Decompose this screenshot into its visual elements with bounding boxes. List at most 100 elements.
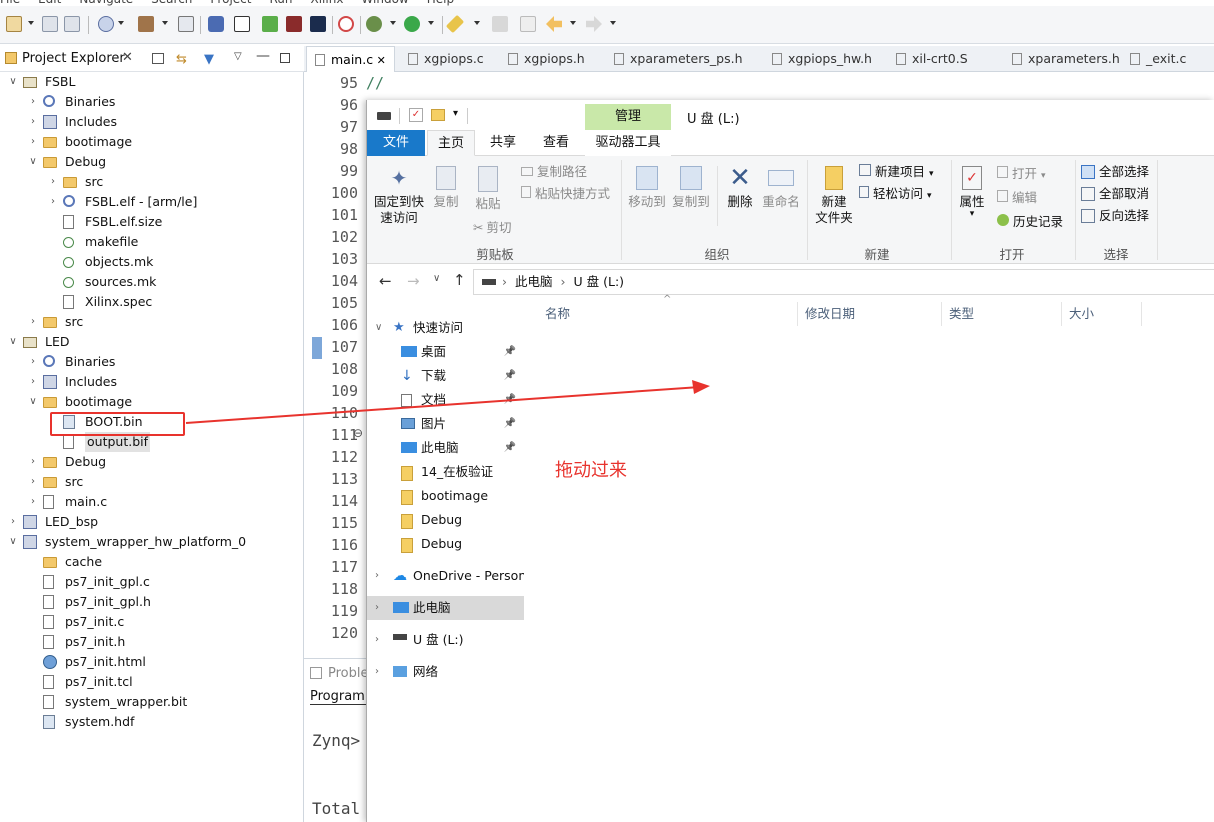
tree-item[interactable]: cache: [0, 552, 300, 572]
editor-tab[interactable]: xparameters_ps.h: [606, 46, 751, 72]
breadcrumb-this-pc[interactable]: 此电脑: [515, 274, 553, 289]
nav-item[interactable]: ↓ 下载 📌: [367, 364, 524, 388]
tab-view[interactable]: 查看: [531, 130, 581, 156]
nav-item[interactable]: › 此电脑: [367, 596, 524, 620]
tree-item[interactable]: › Debug: [0, 452, 300, 472]
program-tab[interactable]: Program: [310, 689, 370, 705]
chevron-down-icon[interactable]: ∨: [28, 392, 38, 412]
filter-icon[interactable]: ▼: [204, 52, 214, 67]
debug-icon[interactable]: [366, 16, 382, 32]
link-editor-icon[interactable]: ⇆: [176, 52, 187, 67]
editor-tab[interactable]: xparameters.h: [1004, 46, 1128, 72]
tree-item[interactable]: › LED_bsp: [0, 512, 300, 532]
tree-item[interactable]: Xilinx.spec: [0, 292, 300, 312]
up-arrow-icon[interactable]: ↑: [453, 271, 466, 289]
properties-button[interactable]: ✓ 属性 ▾: [955, 166, 989, 219]
view-menu-icon[interactable]: ▽: [234, 51, 242, 62]
column-name[interactable]: 名称: [545, 300, 570, 328]
chevron-right-icon[interactable]: ›: [28, 372, 38, 392]
new-folder-quick-icon[interactable]: [431, 109, 445, 121]
chevron-down-icon[interactable]: ∨: [8, 72, 18, 92]
move-to-button[interactable]: 移动到: [625, 166, 669, 210]
nav-item[interactable]: 桌面 📌: [367, 340, 524, 364]
paste-button[interactable]: 粘贴: [471, 166, 505, 212]
binary-icon[interactable]: [178, 16, 194, 32]
pin-icon[interactable]: 📌: [504, 388, 516, 412]
manage-tab[interactable]: 管理: [585, 104, 671, 130]
column-type[interactable]: 类型: [949, 300, 974, 328]
fold-icon[interactable]: ⊖: [353, 426, 363, 440]
chevron-down-icon[interactable]: [390, 21, 396, 25]
chevron-down-icon[interactable]: [118, 21, 124, 25]
hardware-icon[interactable]: [262, 16, 278, 32]
chevron-right-icon[interactable]: ›: [375, 564, 379, 588]
nav-item[interactable]: 图片 📌: [367, 412, 524, 436]
code-line[interactable]: //: [366, 74, 384, 92]
tree-item[interactable]: system_wrapper.bit: [0, 692, 300, 712]
nav-item[interactable]: 此电脑 📌: [367, 436, 524, 460]
tree-item[interactable]: objects.mk: [0, 252, 300, 272]
xilinx-icon[interactable]: [286, 16, 302, 32]
nav-item[interactable]: ∨ ★ 快速访问: [367, 316, 524, 340]
editor-tab[interactable]: xil-crt0.S: [888, 46, 976, 72]
cut-button[interactable]: ✂ 剪切: [473, 218, 512, 238]
target-icon[interactable]: [338, 16, 354, 32]
chevron-right-icon[interactable]: ›: [28, 452, 38, 472]
tab-file[interactable]: 文件: [367, 130, 425, 156]
tree-item[interactable]: ∨ Debug: [0, 152, 300, 172]
tab-share[interactable]: 共享: [477, 130, 529, 156]
tree-item[interactable]: ps7_init.h: [0, 632, 300, 652]
back-arrow-icon[interactable]: ←: [379, 272, 392, 290]
nav-item[interactable]: 14_在板验证: [367, 460, 524, 484]
editor-tab[interactable]: xgpiops.c: [400, 46, 492, 72]
forward-arrow-icon[interactable]: →: [407, 272, 420, 290]
chevron-down-icon[interactable]: [610, 21, 616, 25]
tree-item[interactable]: ps7_init.html: [0, 652, 300, 672]
save-all-icon[interactable]: [64, 16, 80, 32]
external-tools-icon[interactable]: [445, 14, 465, 34]
close-icon[interactable]: ✕: [373, 54, 386, 67]
tree-item[interactable]: › Binaries: [0, 92, 300, 112]
chevron-down-icon[interactable]: ∨: [8, 332, 18, 352]
tree-item[interactable]: › Binaries: [0, 352, 300, 372]
terminal-icon[interactable]: [234, 16, 250, 32]
editor-tab[interactable]: xgpiops.h: [500, 46, 593, 72]
nav-item[interactable]: › ☁ OneDrive - Persona: [367, 564, 524, 588]
tree-item[interactable]: ps7_init_gpl.c: [0, 572, 300, 592]
build-hammer-icon[interactable]: [138, 16, 154, 32]
program-fpga-icon[interactable]: [208, 16, 224, 32]
tree-item[interactable]: system.hdf: [0, 712, 300, 732]
copy-path-button[interactable]: 复制路径: [521, 162, 587, 182]
address-bar[interactable]: › 此电脑 › U 盘 (L:): [473, 269, 1214, 295]
editor-tab[interactable]: xgpiops_hw.h: [764, 46, 880, 72]
save-icon[interactable]: [42, 16, 58, 32]
tab-drive-tools[interactable]: 驱动器工具: [585, 130, 671, 156]
console-icon[interactable]: [310, 16, 326, 32]
properties-quick-icon[interactable]: ✓: [409, 108, 423, 122]
chevron-down-icon[interactable]: [28, 21, 34, 25]
chevron-right-icon[interactable]: ›: [375, 628, 379, 652]
open-button[interactable]: 打开 ▾: [997, 164, 1046, 184]
edit-button[interactable]: 编辑: [997, 188, 1037, 208]
maximize-icon[interactable]: [280, 53, 290, 63]
chevron-down-icon[interactable]: ∨: [28, 152, 38, 172]
chevron-right-icon[interactable]: ›: [8, 512, 18, 532]
chevron-right-icon[interactable]: ›: [28, 312, 38, 332]
collapse-all-icon[interactable]: [152, 53, 164, 64]
tree-item[interactable]: FSBL.elf.size: [0, 212, 300, 232]
paste-shortcut-button[interactable]: 粘贴快捷方式: [521, 184, 610, 204]
history-button[interactable]: 历史记录: [997, 212, 1063, 232]
tree-item[interactable]: › Includes: [0, 372, 300, 392]
chevron-down-icon[interactable]: [570, 21, 576, 25]
select-all-button[interactable]: 全部选择: [1081, 162, 1149, 182]
easy-access-button[interactable]: 轻松访问 ▾: [859, 184, 932, 204]
tree-item[interactable]: ∨ bootimage: [0, 392, 300, 412]
tree-item[interactable]: sources.mk: [0, 272, 300, 292]
settings-icon[interactable]: [98, 16, 114, 32]
close-icon[interactable]: ✕: [122, 50, 133, 65]
forward-arrow-icon[interactable]: [586, 16, 602, 32]
nav-item[interactable]: 文档 📌: [367, 388, 524, 412]
file-list-empty[interactable]: [527, 328, 1214, 822]
tree-item[interactable]: ps7_init_gpl.h: [0, 592, 300, 612]
tree-item[interactable]: ∨ FSBL: [0, 72, 300, 92]
